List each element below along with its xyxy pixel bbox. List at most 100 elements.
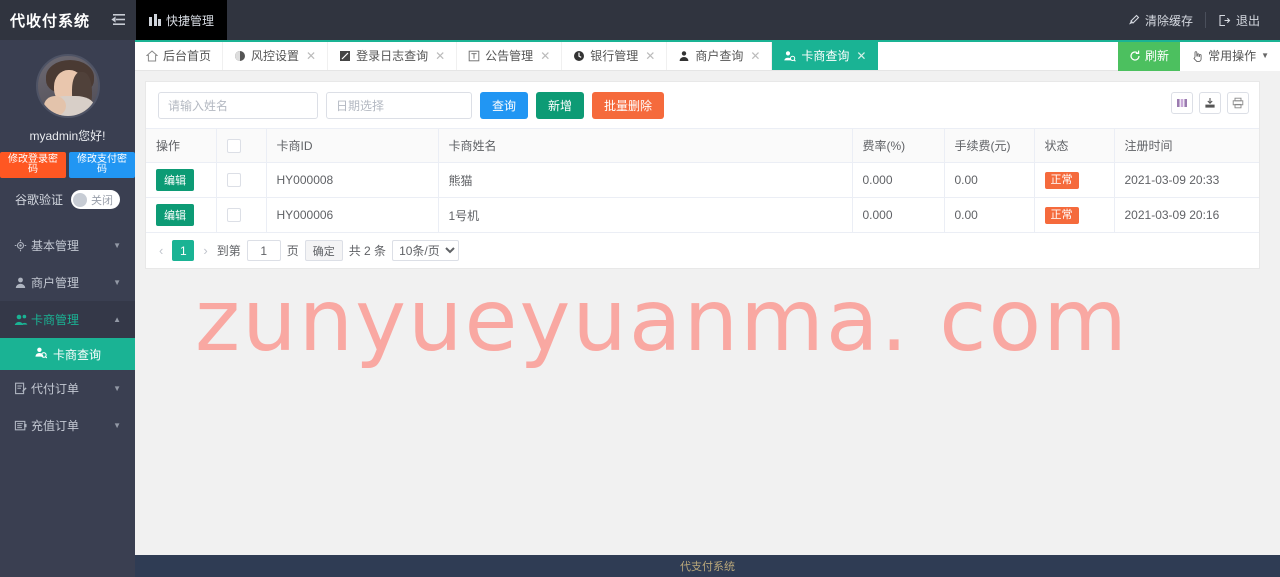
tab-label: 公告管理 (485, 49, 534, 63)
page-number-1[interactable]: 1 (172, 240, 195, 261)
cell-register-time: 2021-03-09 20:16 (1114, 197, 1259, 233)
query-button[interactable]: 查询 (480, 92, 529, 119)
batch-delete-button[interactable]: 批量删除 (592, 92, 665, 119)
quick-manage-tab[interactable]: 快捷管理 (136, 0, 228, 40)
tab-login-log-query[interactable]: 登录日志查询 ✕ (328, 40, 458, 70)
col-header-select (216, 128, 267, 163)
refresh-label: 刷新 (1145, 49, 1170, 63)
tab-label: 卡商查询 (801, 49, 850, 63)
refresh-button[interactable]: 刷新 (1118, 40, 1181, 71)
tab-card-merchant-query[interactable]: 卡商查询 ✕ (772, 40, 879, 70)
sidebar-label: 基本管理 (31, 239, 80, 253)
cell-card-name: 1号机 (438, 197, 853, 233)
change-login-password-button[interactable]: 修改登录密码 (0, 152, 66, 178)
tab-label: 风控设置 (251, 49, 300, 63)
announce-icon (468, 50, 480, 62)
tab-bank-management[interactable]: 银行管理 ✕ (562, 40, 668, 70)
date-picker-input[interactable] (326, 92, 472, 119)
tab-label: 登录日志查询 (356, 49, 429, 63)
edit-button[interactable]: 编辑 (156, 204, 194, 226)
header-actions: 清除缓存 退出 (1115, 0, 1280, 40)
print-icon[interactable] (1227, 92, 1249, 114)
google-auth-toggle[interactable]: 关闭 (71, 190, 120, 209)
close-icon[interactable]: ✕ (306, 49, 316, 63)
close-icon[interactable]: ✕ (645, 49, 655, 63)
tab-backend-home[interactable]: 后台首页 (135, 40, 224, 70)
page-size-select[interactable]: 10条/页 (392, 240, 460, 261)
bank-icon (573, 50, 585, 62)
search-name-input[interactable] (158, 92, 318, 119)
goto-page-input[interactable] (246, 240, 281, 261)
collapse-menu-icon[interactable] (100, 0, 136, 40)
content-area: zunyueyuanma. com 查询 新增 批量删除 (135, 71, 1280, 555)
cell-rate: 0.000 (852, 162, 945, 198)
avatar[interactable] (35, 54, 100, 118)
sidebar-item-card-merchant-management[interactable]: 卡商管理 ▲ (0, 301, 135, 338)
common-operations-button[interactable]: 常用操作 ▼ (1180, 40, 1280, 71)
edit-button[interactable]: 编辑 (156, 169, 194, 191)
close-icon[interactable]: ✕ (856, 49, 866, 63)
gear-icon (14, 239, 31, 252)
tab-label: 商户查询 (695, 49, 744, 63)
close-icon[interactable]: ✕ (750, 49, 760, 63)
shield-icon (234, 50, 246, 62)
hand-pointer-icon (1193, 50, 1202, 62)
chevron-down-icon: ▼ (113, 278, 121, 287)
change-pay-password-button[interactable]: 修改支付密码 (69, 152, 135, 178)
tab-label: 银行管理 (590, 49, 639, 63)
row-checkbox[interactable] (226, 173, 241, 188)
google-auth-row: 谷歌验证 关闭 (0, 190, 135, 219)
user-icon (14, 276, 31, 289)
password-buttons: 修改登录密码 修改支付密码 (0, 152, 135, 178)
prev-page-button[interactable]: ‹ (156, 243, 166, 258)
tab-bar-actions: 刷新 常用操作 ▼ (1118, 40, 1280, 71)
chevron-down-icon: ▼ (113, 421, 121, 430)
cell-card-name: 熊猫 (438, 162, 853, 198)
table-row[interactable]: 编辑 HY000008 熊猫 0.000 0.00 正常 2021-03-09 … (146, 162, 1259, 198)
logout-button[interactable]: 退出 (1206, 0, 1272, 40)
columns-icon[interactable] (1171, 92, 1193, 114)
page-unit-label: 页 (286, 244, 299, 258)
bars-icon (149, 14, 161, 26)
select-all-checkbox[interactable] (226, 138, 241, 153)
cell-action: 编辑 (146, 197, 217, 233)
table-row[interactable]: 编辑 HY000006 1号机 0.000 0.00 正常 2021-03-09… (146, 197, 1259, 233)
common-operations-label: 常用操作 (1208, 49, 1257, 63)
col-header-status: 状态 (1034, 128, 1115, 163)
cell-rate: 0.000 (852, 197, 945, 233)
chevron-up-icon: ▲ (113, 315, 121, 324)
col-header-register-time: 注册时间 (1114, 128, 1259, 163)
logout-label: 退出 (1235, 13, 1260, 28)
sidebar-item-payout-orders[interactable]: 代付订单 ▼ (0, 370, 135, 407)
tab-merchant-query[interactable]: 商户查询 ✕ (667, 40, 773, 70)
refresh-icon (1130, 50, 1140, 61)
col-header-action: 操作 (146, 128, 217, 163)
add-button[interactable]: 新增 (536, 92, 585, 119)
sidebar-item-recharge-orders[interactable]: 充值订单 ▼ (0, 407, 135, 444)
quick-manage-label: 快捷管理 (166, 13, 215, 28)
users-icon (14, 313, 31, 326)
tab-risk-settings[interactable]: 风控设置 ✕ (223, 40, 329, 70)
cell-status: 正常 (1034, 197, 1115, 233)
export-icon[interactable] (1199, 92, 1221, 114)
avatar-arm (43, 96, 66, 116)
watermark-text: zunyueyuanma. com (195, 271, 1129, 371)
next-page-button[interactable]: › (200, 243, 210, 258)
goto-label: 到第 (216, 244, 241, 258)
goto-confirm-button[interactable]: 确定 (304, 240, 343, 261)
close-icon[interactable]: ✕ (540, 49, 550, 63)
app-root: 代收付系统 快捷管理 清除缓存 退出 myadmin您好! 修改登录密码 修改支… (0, 0, 1280, 577)
sidebar-item-basic-management[interactable]: 基本管理 ▼ (0, 227, 135, 264)
row-checkbox[interactable] (226, 208, 241, 223)
sidebar-item-card-merchant-query[interactable]: 卡商查询 (0, 338, 135, 370)
table-header-row: 操作 卡商ID 卡商姓名 费率(%) 手续费(元) 状态 注册时间 (146, 128, 1259, 163)
status-badge: 正常 (1044, 171, 1079, 189)
tab-announcement-management[interactable]: 公告管理 ✕ (457, 40, 563, 70)
clear-cache-button[interactable]: 清除缓存 (1115, 0, 1205, 40)
col-header-rate: 费率(%) (852, 128, 945, 163)
sidebar-label: 商户管理 (31, 276, 80, 290)
sidebar-item-merchant-management[interactable]: 商户管理 ▼ (0, 264, 135, 301)
close-icon[interactable]: ✕ (435, 49, 445, 63)
search-toolbar: 查询 新增 批量删除 (146, 82, 1259, 128)
chevron-down-icon: ▼ (1261, 51, 1269, 60)
